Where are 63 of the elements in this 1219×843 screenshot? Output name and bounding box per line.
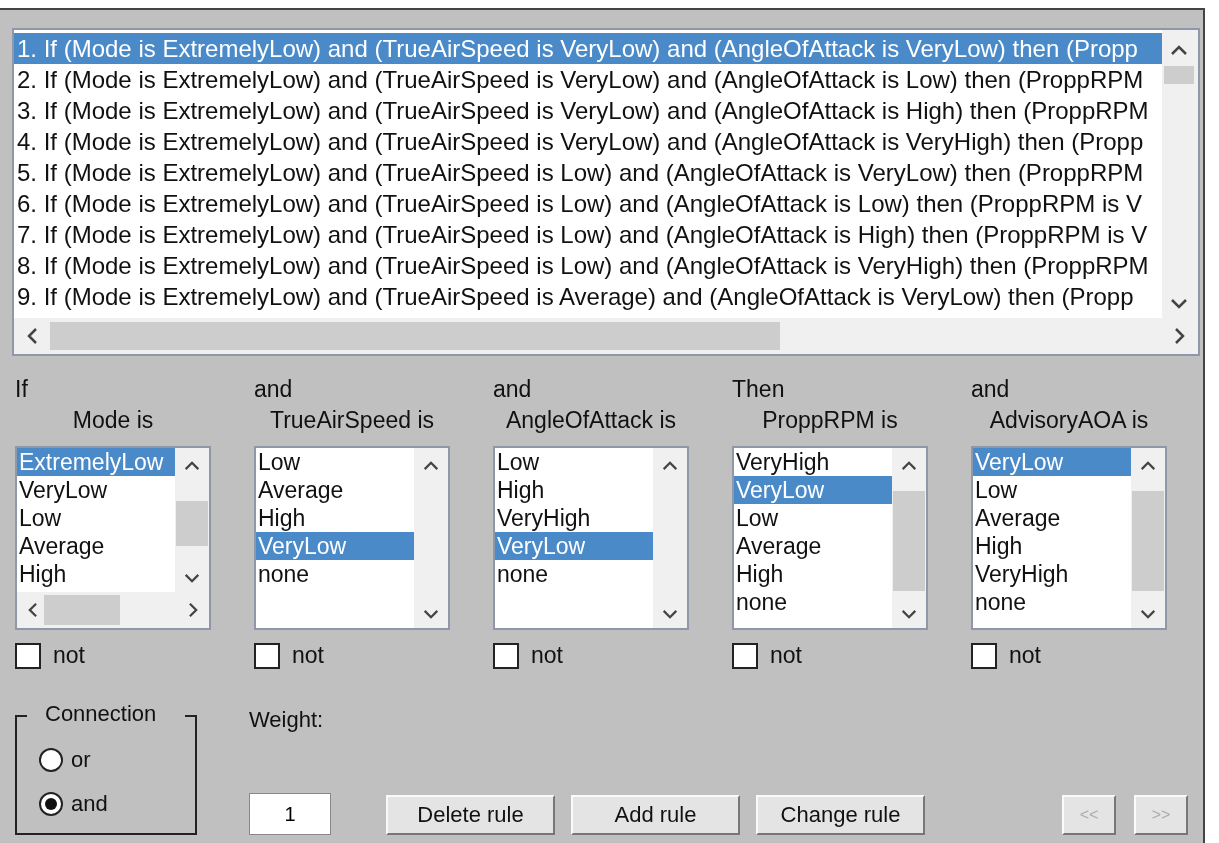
checkbox-label: not [531,642,563,669]
list-item[interactable]: Low [495,448,653,476]
action-button[interactable]: Add rule [571,795,740,835]
variable-label: TrueAirSpeed is [269,407,435,434]
rule-row[interactable]: 4. If (Mode is ExtremelyLow) and (TrueAirSpeed is VeryLow) and (AngleOfAttack is VeryHigh) then (Propp [14,126,1162,157]
list-item[interactable]: Average [734,532,892,560]
radio-label: or [71,747,91,773]
list-item[interactable]: Low [734,504,892,532]
weight-label: Weight: [249,707,325,733]
list-item[interactable]: Low [17,504,175,532]
list-item[interactable]: VeryLow [734,476,892,504]
list-item[interactable]: Low [256,448,414,476]
list-item[interactable]: Average [973,504,1131,532]
term-list[interactable]: Low Average High VeryLow none [254,446,450,630]
connector-label: and [254,376,293,403]
checkbox-label: not [770,642,802,669]
rule-row[interactable]: 5. If (Mode is ExtremelyLow) and (TrueAirSpeed is Low) and (AngleOfAttack is VeryLow) then (ProppRPM [14,157,1162,188]
list-item[interactable]: none [495,560,653,588]
list-item[interactable]: none [256,560,414,588]
list-item[interactable]: VeryLow [17,476,175,504]
variable-label: ProppRPM is [762,407,898,434]
weight-field[interactable]: 1 [249,793,331,835]
list-item[interactable]: VeryLow [495,532,653,560]
list-item[interactable]: High [256,504,414,532]
action-button[interactable]: Delete rule [386,795,555,835]
list-item[interactable]: Average [17,532,175,560]
term-list[interactable]: ExtremelyLow VeryLow Low Average High [15,446,211,630]
rule-row[interactable]: 2. If (Mode is ExtremelyLow) and (TrueAirSpeed is VeryLow) and (AngleOfAttack is Low) then (ProppRPM [14,64,1162,95]
checkbox-label: not [53,642,85,669]
connector-label: Then [732,376,785,403]
rule-row[interactable]: 6. If (Mode is ExtremelyLow) and (TrueAirSpeed is Low) and (AngleOfAttack is Low) then (ProppRPM is V [14,188,1162,219]
action-button[interactable]: Change rule [756,795,925,835]
list-item[interactable]: VeryHigh [495,504,653,532]
term-list[interactable]: Low High VeryHigh VeryLow none [493,446,689,630]
list-item[interactable]: VeryLow [973,448,1131,476]
term-list[interactable]: VeryLow Low Average High VeryHigh none [971,446,1167,630]
list-item[interactable]: High [17,560,175,588]
rule-row[interactable]: 7. If (Mode is ExtremelyLow) and (TrueAirSpeed is Low) and (AngleOfAttack is High) then (ProppRPM is V [14,219,1162,250]
variable-label: Mode is [72,407,154,434]
rule-row[interactable]: 3. If (Mode is ExtremelyLow) and (TrueAirSpeed is VeryLow) and (AngleOfAttack is High) then (ProppRPM [14,95,1162,126]
list-item[interactable]: none [734,588,892,616]
list-item[interactable]: High [495,476,653,504]
rule-row[interactable]: 1. If (Mode is ExtremelyLow) and (TrueAirSpeed is VeryLow) and (AngleOfAttack is VeryLow) then (Propp [14,33,1162,64]
list-item[interactable]: Low [973,476,1131,504]
checkbox-label: not [1009,642,1041,669]
list-item[interactable]: none [973,588,1131,616]
variable-label: AdvisoryAOA is [989,407,1149,434]
connector-label: and [971,376,1010,403]
list-item[interactable]: High [973,532,1131,560]
connector-label: and [493,376,532,403]
checkbox-label: not [292,642,324,669]
radio-label: and [71,791,108,817]
list-item[interactable]: ExtremelyLow [17,448,175,476]
term-list[interactable]: VeryHigh VeryLow Low Average High none [732,446,928,630]
list-item[interactable]: VeryHigh [973,560,1131,588]
variable-label: AngleOfAttack is [506,407,676,434]
rule-row[interactable]: 9. If (Mode is ExtremelyLow) and (TrueAirSpeed is Average) and (AngleOfAttack is VeryLow) then (Propp [14,281,1162,312]
connector-label: If [15,376,28,403]
list-item[interactable]: High [734,560,892,588]
list-item[interactable]: VeryHigh [734,448,892,476]
rule-row[interactable]: 8. If (Mode is ExtremelyLow) and (TrueAirSpeed is Low) and (AngleOfAttack is VeryHigh) then (ProppRPM [14,250,1162,281]
list-item[interactable]: Average [256,476,414,504]
list-item[interactable]: VeryLow [256,532,414,560]
